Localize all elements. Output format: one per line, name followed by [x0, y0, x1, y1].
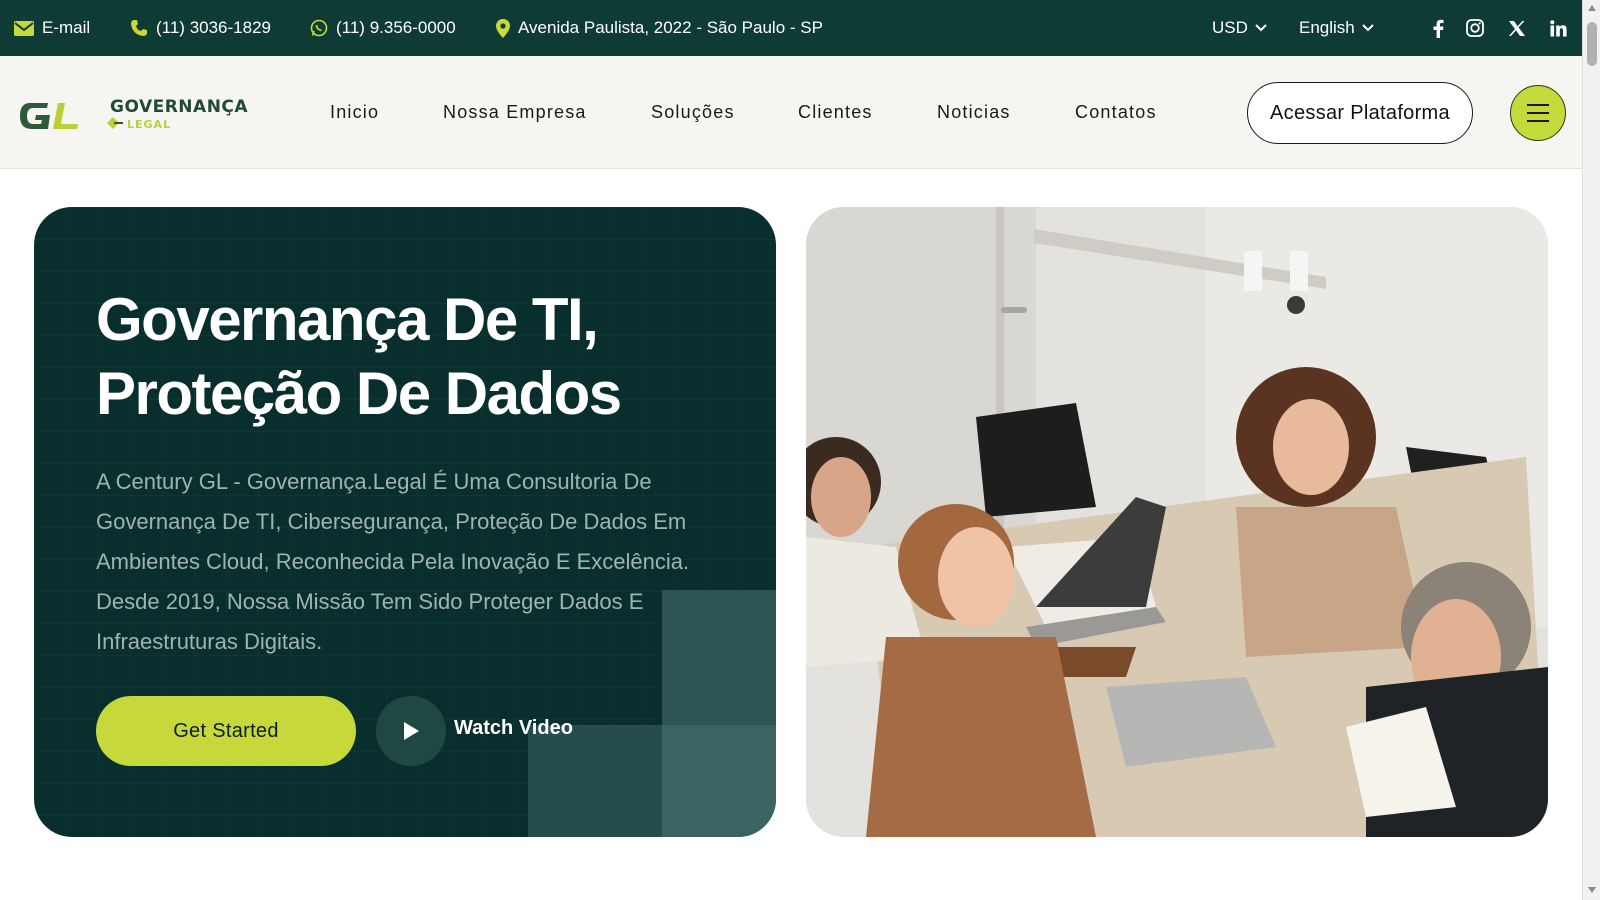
nav-contatos[interactable]: Contatos [1075, 56, 1157, 169]
top-contact-bar: E-mail (11) 3036-1829 (11) 9.356-0000 Av… [0, 0, 1582, 56]
hero-card: Governança De TI, Proteção De Dados A Ce… [34, 207, 776, 837]
nav-clientes[interactable]: Clientes [798, 56, 873, 169]
access-platform-button[interactable]: Acessar Plataforma [1247, 82, 1473, 144]
scroll-up-arrow-icon[interactable] [1587, 4, 1597, 12]
nav-noticias[interactable]: Noticias [937, 56, 1011, 169]
email-icon [14, 20, 34, 36]
facebook-icon [1433, 19, 1443, 38]
address-link[interactable]: Avenida Paulista, 2022 - São Paulo - SP [496, 0, 823, 56]
play-video-button[interactable] [376, 696, 446, 766]
linkedin-link[interactable] [1544, 0, 1572, 56]
x-icon [1509, 20, 1525, 36]
language-dropdown[interactable]: English [1299, 0, 1374, 56]
address-text: Avenida Paulista, 2022 - São Paulo - SP [518, 18, 823, 37]
watch-video-link[interactable]: Watch Video [454, 717, 573, 740]
currency-value: USD [1212, 18, 1248, 37]
decor-block [662, 725, 776, 837]
chevron-down-icon [1362, 24, 1374, 32]
hero-description: A Century GL - Governança.Legal É Uma Co… [96, 469, 690, 654]
x-link[interactable] [1503, 0, 1531, 56]
nav-nossa-empresa[interactable]: Nossa Empresa [443, 56, 587, 169]
decor-block [528, 725, 662, 837]
menu-button[interactable] [1510, 85, 1566, 141]
get-started-button[interactable]: Get Started [96, 696, 356, 766]
whatsapp-icon [310, 19, 328, 37]
nav-inicio[interactable]: Inicio [330, 56, 379, 169]
arrow-diamond-icon [107, 117, 123, 129]
nav-solucoes[interactable]: Soluções [651, 56, 735, 169]
scroll-down-arrow-icon[interactable] [1587, 886, 1597, 894]
whatsapp-link[interactable]: (11) 9.356-0000 [310, 0, 456, 56]
facebook-link[interactable] [1424, 0, 1452, 56]
logo-word-legal: LEGAL [127, 118, 172, 131]
language-value: English [1299, 18, 1355, 37]
email-label: E-mail [42, 18, 91, 37]
location-pin-icon [496, 18, 510, 38]
instagram-icon [1466, 19, 1484, 37]
chevron-down-icon [1255, 24, 1267, 32]
whatsapp-number: (11) 9.356-0000 [336, 18, 456, 37]
hero-title-line1: Governança De TI, [96, 286, 599, 353]
phone-link[interactable]: (11) 3036-1829 [130, 0, 271, 56]
email-link[interactable]: E-mail [14, 0, 90, 56]
phone-icon [131, 20, 147, 36]
play-icon [404, 722, 419, 740]
logo-word-governanca: GOVERNANÇA [110, 97, 249, 117]
phone-number: (11) 3036-1829 [156, 18, 271, 37]
page-scrollbar[interactable] [1582, 0, 1600, 900]
currency-dropdown[interactable]: USD [1212, 0, 1267, 56]
linkedin-icon [1549, 19, 1567, 36]
hero-team-meeting-photo [806, 207, 1548, 837]
hamburger-icon [1527, 104, 1549, 106]
gl-logo-mark [20, 103, 78, 129]
instagram-link[interactable] [1461, 0, 1489, 56]
hero-title-line2: Proteção De Dados [96, 360, 622, 427]
scrollbar-thumb[interactable] [1587, 22, 1597, 66]
